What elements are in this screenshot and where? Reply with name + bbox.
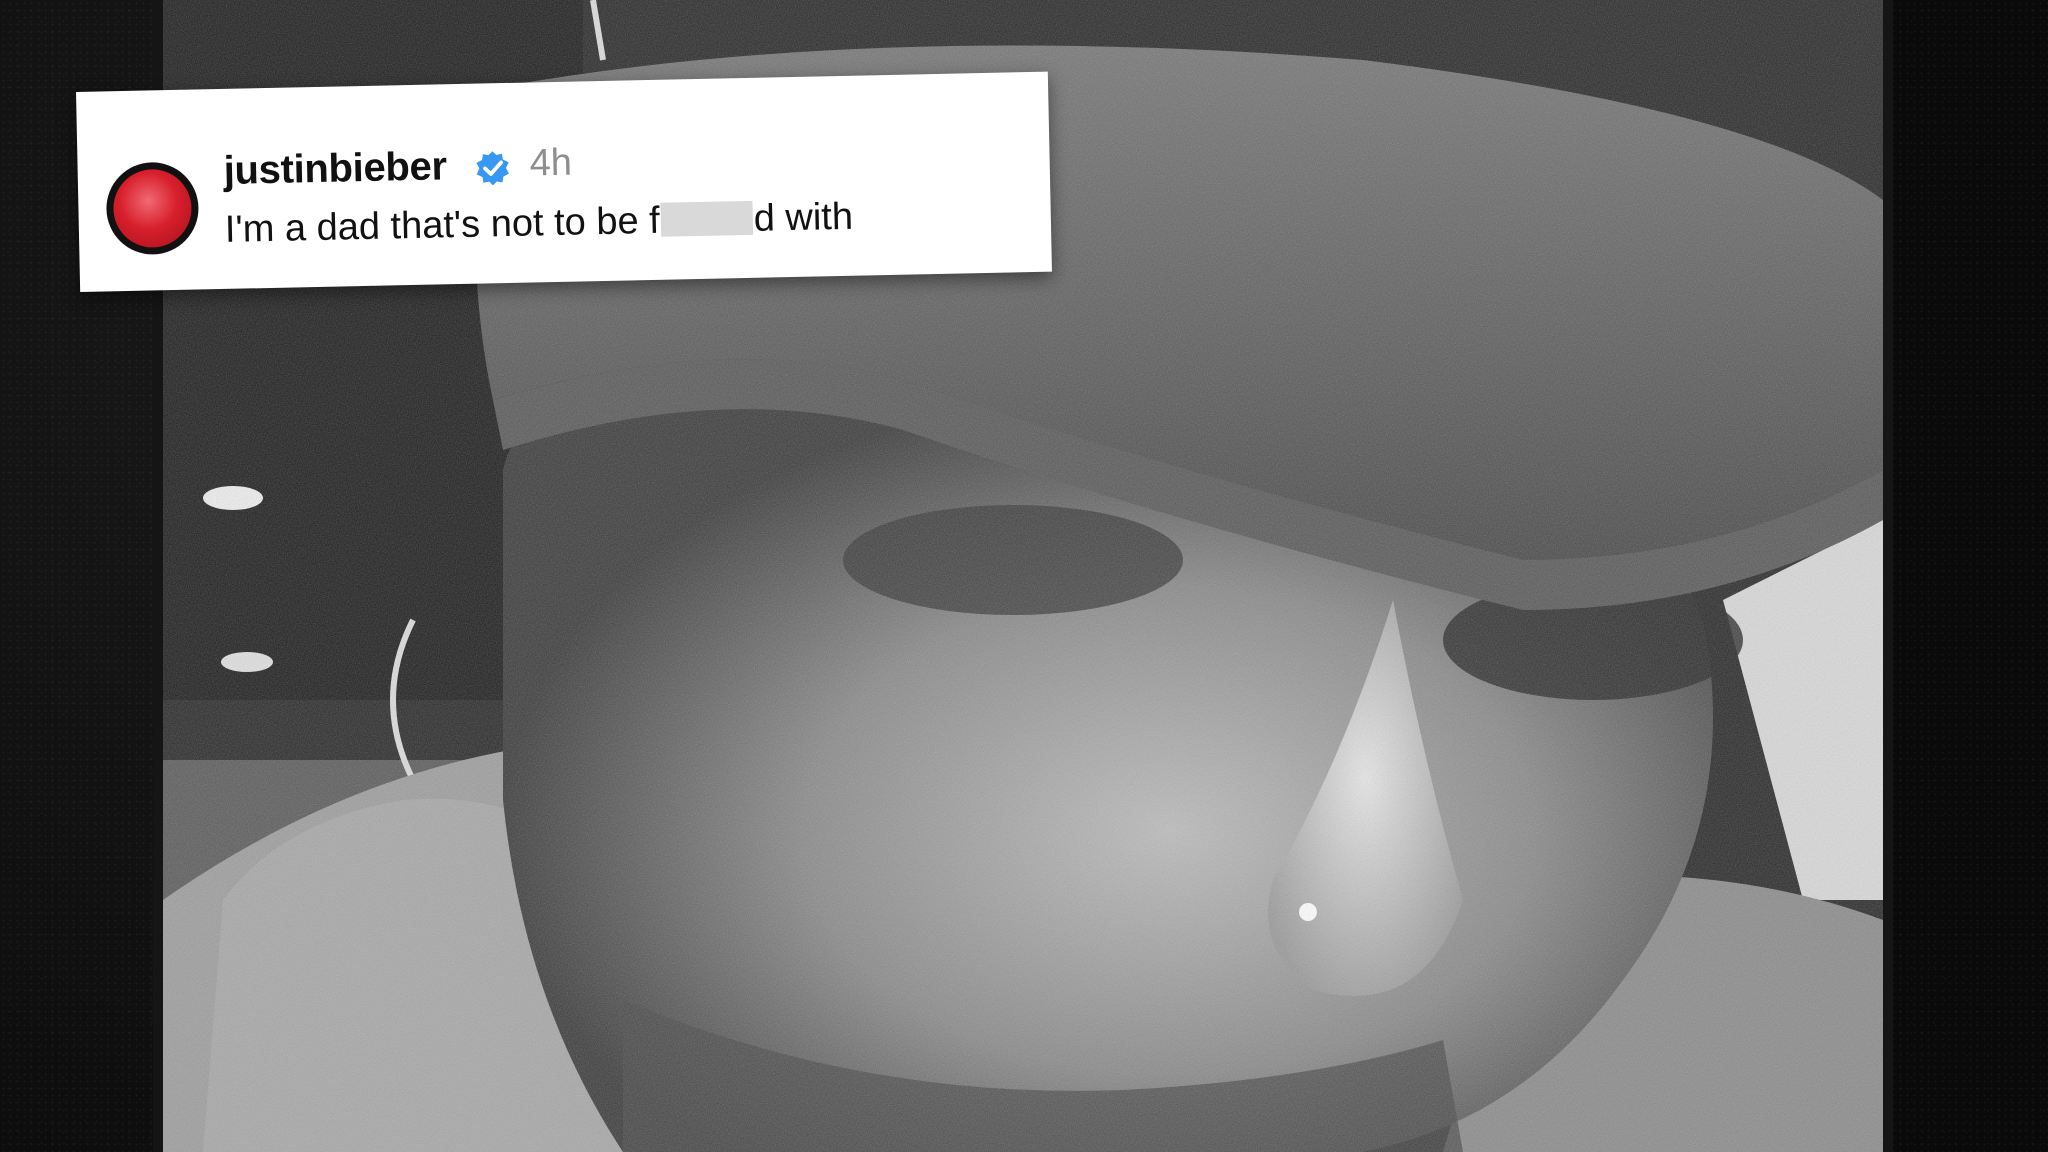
post-timestamp: 4h	[529, 141, 573, 185]
verified-badge-icon	[476, 151, 509, 186]
red-avatar-image	[112, 168, 193, 249]
caption-text-start: I'm a dad that's not to be f	[224, 199, 661, 251]
username[interactable]: justinbieber	[223, 144, 447, 194]
caption-text-end: d with	[753, 195, 854, 240]
avatar[interactable]	[105, 161, 200, 256]
censor-bar	[660, 200, 754, 237]
composite-image: justinbieber 4h I'm a dad that's not to …	[0, 0, 2048, 1152]
instagram-post-card: justinbieber 4h I'm a dad that's not to …	[76, 71, 1052, 292]
post-caption: I'm a dad that's not to be f d with	[224, 196, 853, 252]
